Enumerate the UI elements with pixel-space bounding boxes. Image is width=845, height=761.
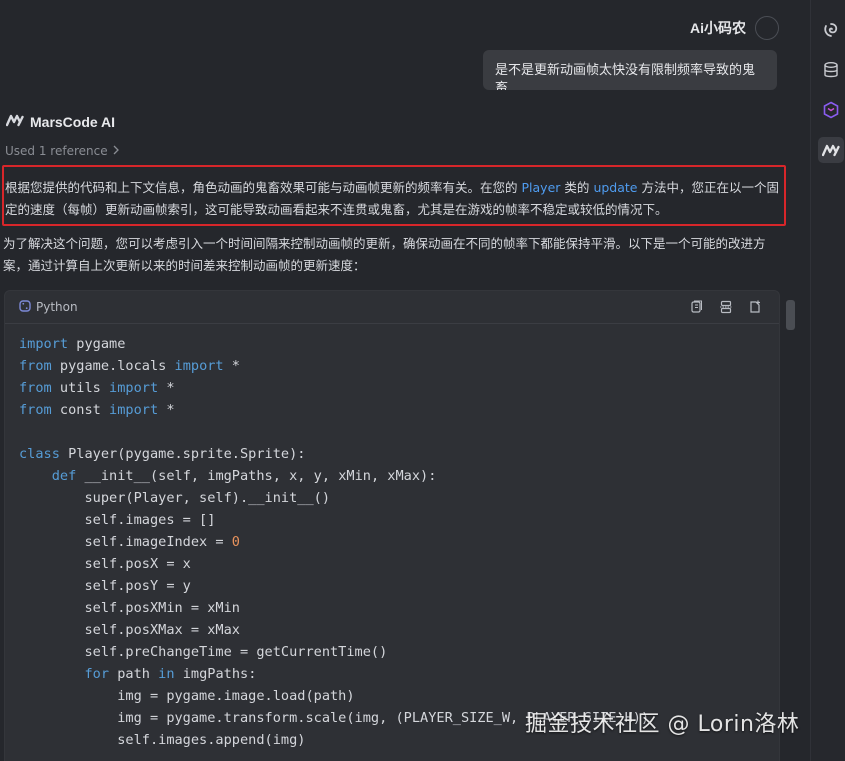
code-keyword: import [109, 380, 159, 396]
user-avatar[interactable] [755, 16, 779, 40]
code-token: path [109, 666, 159, 682]
code-keyword: for [84, 666, 110, 682]
used-reference-link[interactable]: Used 1 reference [5, 144, 120, 158]
database-icon[interactable] [818, 57, 844, 83]
assistant-name: MarsCode AI [30, 113, 116, 130]
code-number: 0 [231, 534, 240, 550]
code-line: self.posY = y [19, 575, 779, 597]
code-line: import pygame [19, 333, 779, 355]
code-line: from const import * [19, 399, 779, 421]
code-line: self.posXMin = xMin [19, 597, 779, 619]
marscode-swirl-icon[interactable] [818, 17, 844, 43]
code-line: self.images = [] [19, 509, 779, 531]
chevron-right-icon [112, 144, 120, 158]
cube-icon[interactable] [818, 97, 844, 123]
code-token: const [51, 402, 110, 418]
python-icon [19, 299, 31, 315]
code-token: Player(pygame.sprite.Sprite): [59, 446, 306, 462]
code-token: imgPaths: [174, 666, 257, 682]
username: Ai小码农 [690, 20, 746, 36]
code-token: * [223, 358, 240, 374]
code-line: class Player(pygame.sprite.Sprite): [19, 443, 779, 465]
assistant-header: MarsCode AI [5, 112, 116, 131]
code-line: self.posX = x [19, 553, 779, 575]
code-line: img = pygame.image.load(path) [19, 685, 779, 707]
watermark: 掘金技术社区 @ Lorin洛林 [525, 712, 800, 737]
code-line: super(Player, self).__init__() [19, 487, 779, 509]
code-token: * [158, 380, 175, 396]
code-language-label: Python [36, 300, 78, 314]
copy-icon[interactable] [689, 299, 705, 315]
right-activity-bar [810, 0, 845, 761]
code-line: for path in imgPaths: [19, 663, 779, 685]
code-line: self.preChangeTime = getCurrentTime() [19, 641, 779, 663]
code-token: self.posXMax = xMax [19, 622, 240, 638]
code-token: super(Player, self).__init__() [19, 490, 330, 506]
code-token: pygame [68, 336, 126, 352]
code-keyword: class [19, 446, 60, 462]
code-toolbar [689, 299, 763, 315]
code-keyword: from [19, 380, 52, 396]
code-token: self.images = [] [19, 512, 216, 528]
code-token: self.imageIndex = [19, 534, 232, 550]
code-line: from pygame.locals import * [19, 355, 779, 377]
code-token: self.posY = y [19, 578, 191, 594]
code-keyword: from [19, 402, 52, 418]
code-line: def __init__(self, imgPaths, x, y, xMin,… [19, 465, 779, 487]
chat-panel: Ai小码农 是不是更新动画帧太快没有限制频率导致的鬼畜 MarsCode AI … [0, 0, 810, 761]
code-token: self.preChangeTime = getCurrentTime() [19, 644, 388, 660]
code-token: __init__(self, imgPaths, x, y, xMin, xMa… [76, 468, 437, 484]
response-paragraph-2: 为了解决这个问题，您可以考虑引入一个时间间隔来控制动画帧的更新，确保动画在不同的… [3, 236, 766, 273]
user-message-text: 是不是更新动画帧太快没有限制频率导致的鬼畜 [495, 63, 756, 90]
user-message-bubble: 是不是更新动画帧太快没有限制频率导致的鬼畜 [483, 50, 777, 90]
insert-icon[interactable] [718, 299, 734, 315]
code-line: self.imageIndex = 0 [19, 531, 779, 553]
code-keyword: import [109, 402, 159, 418]
code-token: self.images.append(img) [19, 732, 306, 748]
used-reference-label: Used 1 reference [5, 144, 108, 158]
code-keyword: from [19, 358, 52, 374]
code-token: self.posX = x [19, 556, 191, 572]
marscode-logo-icon [5, 112, 24, 131]
code-block-header: Python [5, 291, 779, 324]
code-token: utils [51, 380, 110, 396]
code-token: img = pygame.image.load(path) [19, 688, 355, 704]
code-keyword: import [19, 336, 69, 352]
code-line: from utils import * [19, 377, 779, 399]
code-token: self.posXMin = xMin [19, 600, 240, 616]
code-keyword: def [51, 468, 77, 484]
code-keyword: in [158, 666, 175, 682]
highlight-annotation-box [2, 165, 786, 226]
code-token: * [158, 402, 175, 418]
marscode-logo-icon[interactable] [818, 137, 844, 163]
code-block: Python import pygame from pygame.locals i… [4, 290, 780, 761]
code-content[interactable]: import pygame from pygame.locals import *… [5, 324, 779, 751]
code-token: pygame.locals [51, 358, 175, 374]
code-line: self.posXMax = xMax [19, 619, 779, 641]
code-keyword: import [174, 358, 224, 374]
new-file-icon[interactable] [747, 299, 763, 315]
chat-scrollbar[interactable] [786, 300, 795, 330]
